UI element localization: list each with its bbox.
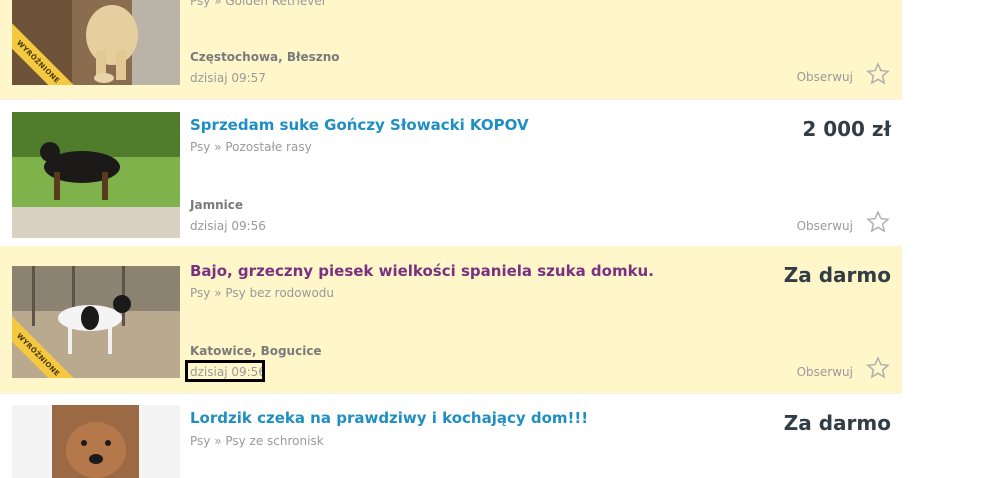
listing-title[interactable]: Bajo, grzeczny piesek wielkości spaniela… [190,262,654,280]
listing-category: Psy » Psy ze schronisk [190,434,324,448]
listing-title[interactable]: Sprzedam suke Gończy Słowacki KOPOV [190,116,529,134]
listing-card[interactable]: Lordzik czeka na prawdziwy i kochający d… [0,393,902,478]
listing-location: Częstochowa, Błeszno [190,50,340,64]
listing-photo[interactable]: WYRÓŻNIONE [12,0,180,85]
listing-card[interactable]: WYRÓŻNIONE Psy » Golden Retriever Często… [0,0,902,99]
listing-photo[interactable] [12,112,180,238]
dog-photo-image [12,112,180,238]
watch-button[interactable]: Obserwuj [797,70,853,84]
star-icon[interactable] [866,210,890,234]
watch-button[interactable]: Obserwuj [797,365,853,379]
listing-photo[interactable]: WYRÓŻNIONE [12,266,180,378]
listing-title[interactable]: Lordzik czeka na prawdziwy i kochający d… [190,409,588,427]
star-icon[interactable] [866,62,890,86]
listing-time: dzisiaj 09:57 [190,71,266,85]
listing-time: dzisiaj 09:56 [190,219,266,233]
star-icon[interactable] [866,356,890,380]
dog-photo-image [12,405,180,478]
listing-location: Katowice, Bogucice [190,344,322,358]
listing-category: Psy » Golden Retriever [190,0,327,8]
listing-price: Za darmo [783,263,891,287]
listing-location: Jamnice [190,198,243,212]
listing-category: Psy » Pozostałe rasy [190,140,312,154]
highlight-box [185,360,265,382]
watch-button[interactable]: Obserwuj [797,219,853,233]
listing-card[interactable]: Sprzedam suke Gończy Słowacki KOPOV Psy … [0,99,902,247]
listing-photo[interactable] [12,405,180,478]
listing-category: Psy » Psy bez rodowodu [190,286,335,300]
listing-price: Za darmo [783,411,891,435]
listing-price: 2 000 zł [802,117,891,141]
listing-card[interactable]: WYRÓŻNIONE Bajo, grzeczny piesek wielkoś… [0,246,902,393]
